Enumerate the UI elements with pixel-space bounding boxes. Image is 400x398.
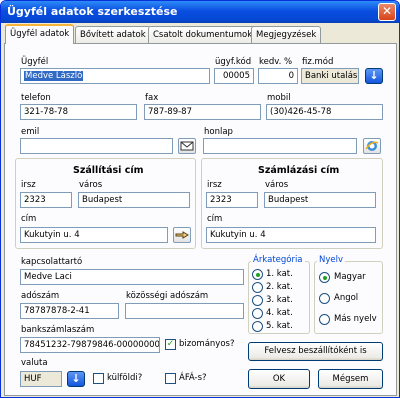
discount-label: kedv. % bbox=[259, 57, 293, 67]
contact-person-label: kapcsolattartó bbox=[21, 257, 83, 267]
send-email-button[interactable] bbox=[178, 138, 196, 154]
currency-dropdown-button[interactable]: ↓ bbox=[67, 371, 85, 387]
customer-name-label: Ügyfél bbox=[21, 57, 49, 67]
language-option-english: Angol bbox=[334, 293, 359, 303]
shipping-address-title: Szállítási cím bbox=[73, 165, 144, 176]
mobile-input[interactable]: (30)426-45-78 bbox=[266, 104, 383, 120]
shipping-zip-label: irsz bbox=[21, 180, 36, 190]
open-website-button[interactable] bbox=[363, 138, 381, 154]
add-as-supplier-button[interactable]: Felvesz beszállítóként is bbox=[248, 342, 383, 361]
shipping-address-input[interactable]: Kukutyin u. 4 bbox=[20, 227, 168, 243]
copy-address-button[interactable] bbox=[173, 227, 191, 243]
billing-zip-label: irsz bbox=[207, 180, 222, 190]
fax-label: fax bbox=[145, 93, 159, 103]
price-category-option-2: 2. kat. bbox=[266, 282, 293, 292]
eu-tax-number-label: közösségi adószám bbox=[126, 291, 209, 301]
currency-field[interactable]: HUF bbox=[20, 371, 62, 387]
email-envelope-icon bbox=[180, 141, 194, 151]
website-label: honlap bbox=[204, 127, 233, 137]
tab-notes[interactable]: Megjegyzések bbox=[251, 26, 322, 43]
shipping-city-input[interactable]: Budapest bbox=[78, 192, 190, 208]
dialog-window: Ügyfél adatok szerkesztése ✕ Ügyfél adat… bbox=[0, 0, 400, 398]
tab-customer-data[interactable]: Ügyfél adatok bbox=[5, 24, 75, 44]
foreign-label: külföldi? bbox=[107, 373, 143, 383]
billing-zip-input[interactable]: 2323 bbox=[206, 192, 258, 208]
internet-explorer-icon bbox=[365, 141, 379, 151]
price-category-option-4: 4. kat. bbox=[266, 308, 293, 318]
arrow-down-icon: ↓ bbox=[369, 69, 379, 82]
phone-input[interactable]: 321-78-78 bbox=[20, 104, 137, 120]
price-category-radio-1[interactable] bbox=[252, 269, 263, 280]
vat-checkbox[interactable] bbox=[165, 373, 176, 384]
foreign-checkbox[interactable] bbox=[93, 373, 104, 384]
discount-input[interactable]: 0 bbox=[258, 68, 298, 84]
customer-name-input[interactable]: Medve László bbox=[20, 68, 210, 84]
price-category-radio-2[interactable] bbox=[252, 282, 263, 293]
trusted-label: bizományos? bbox=[179, 339, 235, 349]
bank-account-label: bankszámlaszám bbox=[21, 325, 95, 335]
language-radio-other[interactable] bbox=[319, 314, 330, 325]
language-legend: Nyelv bbox=[317, 255, 346, 265]
contact-person-input[interactable]: Medve Laci bbox=[20, 269, 244, 285]
language-option-hungarian: Magyar bbox=[334, 272, 366, 282]
payment-method-dropdown-button[interactable]: ↓ bbox=[365, 68, 383, 84]
website-input[interactable] bbox=[203, 138, 357, 154]
payment-method-label: fiz.mód bbox=[302, 57, 334, 67]
customer-code-label: ügyf.kód bbox=[215, 57, 252, 67]
price-category-option-1: 1. kat. bbox=[266, 269, 293, 279]
customer-name-value: Medve László bbox=[24, 71, 84, 81]
close-button[interactable]: ✕ bbox=[378, 3, 396, 21]
ok-button[interactable]: OK bbox=[248, 369, 310, 389]
language-radio-english[interactable] bbox=[319, 293, 330, 304]
billing-city-input[interactable]: Budapest bbox=[264, 192, 376, 208]
cancel-button[interactable]: Mégsem bbox=[318, 369, 383, 389]
bank-account-input[interactable]: 78451232-79879846-00000000 bbox=[20, 337, 160, 353]
currency-label: valuta bbox=[21, 358, 48, 368]
arrow-down-icon: ↓ bbox=[71, 372, 81, 385]
billing-address-title: Számlázási cím bbox=[258, 165, 340, 176]
email-label: emil bbox=[21, 127, 40, 137]
shipping-zip-input[interactable]: 2323 bbox=[20, 192, 72, 208]
language-option-other: Más nyelv bbox=[334, 314, 377, 324]
tab-extended-data[interactable]: Bővített adatok bbox=[75, 26, 151, 43]
price-category-radio-3[interactable] bbox=[252, 295, 263, 306]
shipping-city-label: város bbox=[79, 180, 103, 190]
language-radio-hungarian[interactable] bbox=[319, 272, 330, 283]
billing-city-label: város bbox=[265, 180, 289, 190]
shipping-address-label: cím bbox=[21, 214, 37, 224]
tab-attached-documents[interactable]: Csatolt dokumentumok bbox=[148, 26, 258, 43]
price-category-radio-5[interactable] bbox=[252, 321, 263, 332]
price-category-option-3: 3. kat. bbox=[266, 295, 293, 305]
payment-method-field[interactable]: Banki utalás bbox=[301, 68, 359, 84]
price-category-radio-4[interactable] bbox=[252, 308, 263, 319]
vat-label: ÁFÁ-s? bbox=[179, 373, 207, 383]
billing-address-label: cím bbox=[207, 214, 223, 224]
eu-tax-number-input[interactable] bbox=[125, 303, 244, 319]
window-title: Ügyfél adatok szerkesztése bbox=[7, 5, 178, 18]
mobile-label: mobil bbox=[267, 93, 291, 103]
trusted-checkbox[interactable]: ✓ bbox=[165, 339, 176, 350]
phone-label: telefon bbox=[21, 93, 51, 103]
price-category-option-5: 5. kat. bbox=[266, 321, 293, 331]
billing-address-input[interactable]: Kukutyin u. 4 bbox=[206, 227, 376, 243]
tax-number-input[interactable]: 78787878-2-41 bbox=[20, 303, 119, 319]
tax-number-label: adószám bbox=[21, 291, 60, 301]
title-bar: Ügyfél adatok szerkesztése ✕ bbox=[1, 1, 399, 23]
email-input[interactable] bbox=[20, 138, 173, 154]
pointing-hand-icon bbox=[175, 231, 189, 239]
fax-input[interactable]: 787-89-87 bbox=[144, 104, 261, 120]
price-category-legend: Árkategória bbox=[251, 255, 305, 265]
customer-code-input[interactable]: 00005 bbox=[214, 68, 254, 84]
